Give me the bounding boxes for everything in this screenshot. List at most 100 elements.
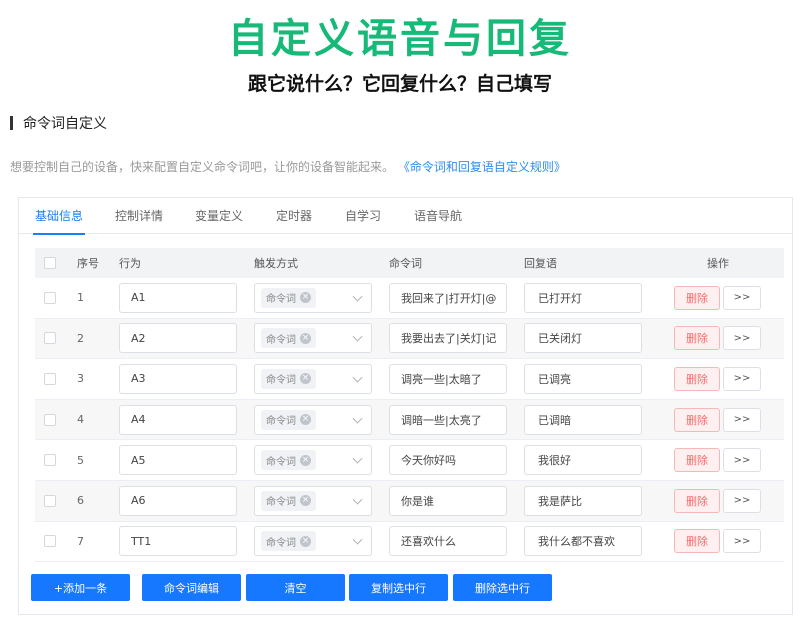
- select-all-checkbox[interactable]: [44, 257, 56, 269]
- more-button[interactable]: >>: [723, 529, 761, 554]
- hint-text: 想要控制自己的设备，快来配置自定义命令词吧，让你的设备智能起来。: [10, 160, 395, 174]
- trigger-select[interactable]: 命令词 ×: [254, 363, 372, 394]
- trigger-tag-label: 命令词: [266, 375, 296, 387]
- row-checkbox[interactable]: [44, 332, 56, 345]
- table-body: 1 A1 命令词 × 我回来了|打开灯|@ 已打开灯 删除 >> 2 A2 命令词 × 我要出去了|关灯…: [35, 278, 784, 563]
- tag-close-icon[interactable]: ×: [300, 373, 311, 385]
- edit-commands-button[interactable]: 命令词编辑: [142, 574, 241, 601]
- delete-row-button[interactable]: 删除: [674, 366, 720, 391]
- rules-link[interactable]: 《命令词和回复语自定义规则》: [398, 160, 566, 174]
- delete-row-button[interactable]: 删除: [674, 529, 720, 554]
- tab-control-details[interactable]: 控制详情: [115, 198, 163, 234]
- trigger-select[interactable]: 命令词 ×: [254, 404, 372, 435]
- trigger-tag-label: 命令词: [266, 497, 296, 509]
- trigger-select[interactable]: 命令词 ×: [254, 282, 372, 313]
- delete-row-button[interactable]: 删除: [674, 285, 720, 310]
- clear-button[interactable]: 清空: [246, 574, 345, 601]
- chevron-down-icon: [352, 453, 363, 464]
- command-input[interactable]: 调暗一些|太亮了: [389, 404, 507, 435]
- command-table: 序号 行为 触发方式 命令词 回复语 操作 1 A1 命令词 × 我回来了|打开灯|@ 已…: [35, 248, 784, 563]
- action-input[interactable]: A4: [119, 404, 237, 435]
- header-ops: 操作: [707, 257, 729, 270]
- config-card: 基础信息 控制详情 变量定义 定时器 自学习 语音导航 序号 行为 触发方式 命…: [18, 197, 793, 615]
- tab-voice-navigation[interactable]: 语音导航: [414, 198, 462, 234]
- trigger-select[interactable]: 命令词 ×: [254, 323, 372, 354]
- row-checkbox[interactable]: [44, 454, 56, 467]
- more-button[interactable]: >>: [723, 285, 761, 310]
- more-button[interactable]: >>: [723, 366, 761, 391]
- tag-close-icon[interactable]: ×: [300, 495, 311, 507]
- more-button[interactable]: >>: [723, 407, 761, 432]
- tag-close-icon[interactable]: ×: [300, 535, 311, 547]
- reply-input[interactable]: 已调亮: [524, 363, 642, 394]
- chevron-down-icon: [352, 372, 363, 383]
- chevron-down-icon: [352, 291, 363, 302]
- trigger-tag: 命令词 ×: [261, 368, 316, 389]
- trigger-select[interactable]: 命令词 ×: [254, 485, 372, 516]
- command-input[interactable]: 你是谁: [389, 485, 507, 516]
- action-input[interactable]: A3: [119, 363, 237, 394]
- command-input[interactable]: 还喜欢什么: [389, 526, 507, 557]
- row-index: 3: [77, 372, 84, 386]
- trigger-tag: 命令词 ×: [261, 490, 316, 511]
- reply-input[interactable]: 我什么都不喜欢: [524, 526, 642, 557]
- command-input[interactable]: 我要出去了|关灯|记: [389, 323, 507, 354]
- chevron-down-icon: [352, 535, 363, 545]
- delete-row-button[interactable]: 删除: [674, 448, 720, 473]
- header-reply: 回复语: [524, 257, 557, 270]
- header-index: 序号: [77, 257, 99, 270]
- command-input[interactable]: 调亮一些|太暗了: [389, 363, 507, 394]
- tag-close-icon[interactable]: ×: [300, 414, 311, 426]
- trigger-select[interactable]: 命令词 ×: [254, 445, 372, 476]
- reply-input[interactable]: 我是萨比: [524, 485, 642, 516]
- trigger-tag: 命令词 ×: [261, 287, 316, 308]
- trigger-tag-label: 命令词: [266, 416, 296, 428]
- reply-input[interactable]: 已关闭灯: [524, 323, 642, 354]
- row-index: 4: [77, 413, 84, 427]
- action-input[interactable]: A5: [119, 445, 237, 476]
- tag-close-icon[interactable]: ×: [300, 292, 311, 304]
- tag-close-icon[interactable]: ×: [300, 332, 311, 344]
- trigger-tag: 命令词 ×: [261, 531, 316, 552]
- delete-selected-button[interactable]: 删除选中行: [453, 574, 552, 601]
- tab-bar: 基础信息 控制详情 变量定义 定时器 自学习 语音导航: [19, 198, 792, 235]
- tab-basic-info[interactable]: 基础信息: [32, 198, 86, 235]
- trigger-tag-label: 命令词: [266, 334, 296, 346]
- action-input[interactable]: A6: [119, 485, 237, 516]
- more-button[interactable]: >>: [723, 326, 761, 351]
- table-row: 3 A3 命令词 × 调亮一些|太暗了 已调亮 删除 >>: [35, 359, 784, 400]
- row-checkbox[interactable]: [44, 535, 56, 548]
- row-checkbox[interactable]: [44, 413, 56, 426]
- tag-close-icon[interactable]: ×: [300, 454, 311, 466]
- row-index: 5: [77, 453, 84, 467]
- row-checkbox[interactable]: [44, 494, 56, 507]
- delete-row-button[interactable]: 删除: [674, 326, 720, 351]
- chevron-down-icon: [352, 413, 363, 424]
- add-row-button[interactable]: +添加一条: [31, 574, 130, 601]
- table-row: 1 A1 命令词 × 我回来了|打开灯|@ 已打开灯 删除 >>: [35, 278, 784, 319]
- trigger-select[interactable]: 命令词 ×: [254, 526, 372, 557]
- tab-variable-definition[interactable]: 变量定义: [195, 198, 243, 234]
- action-input[interactable]: A2: [119, 323, 237, 354]
- more-button[interactable]: >>: [723, 488, 761, 513]
- more-button[interactable]: >>: [723, 448, 761, 473]
- row-index: 7: [77, 534, 84, 548]
- row-checkbox[interactable]: [44, 372, 56, 385]
- trigger-tag-label: 命令词: [266, 456, 296, 468]
- page-hint: 想要控制自己的设备，快来配置自定义命令词吧，让你的设备智能起来。 《命令词和回复…: [10, 158, 566, 175]
- row-index: 6: [77, 494, 84, 508]
- reply-input[interactable]: 我很好: [524, 445, 642, 476]
- command-input[interactable]: 今天你好吗: [389, 445, 507, 476]
- delete-row-button[interactable]: 删除: [674, 488, 720, 513]
- action-input[interactable]: TT1: [119, 526, 237, 557]
- copy-selected-button[interactable]: 复制选中行: [349, 574, 448, 601]
- row-index: 2: [77, 331, 84, 345]
- delete-row-button[interactable]: 删除: [674, 407, 720, 432]
- reply-input[interactable]: 已调暗: [524, 404, 642, 435]
- action-input[interactable]: A1: [119, 282, 237, 313]
- row-checkbox[interactable]: [44, 291, 56, 304]
- reply-input[interactable]: 已打开灯: [524, 282, 642, 313]
- command-input[interactable]: 我回来了|打开灯|@: [389, 282, 507, 313]
- tab-self-learning[interactable]: 自学习: [345, 198, 381, 234]
- tab-timer[interactable]: 定时器: [276, 198, 312, 234]
